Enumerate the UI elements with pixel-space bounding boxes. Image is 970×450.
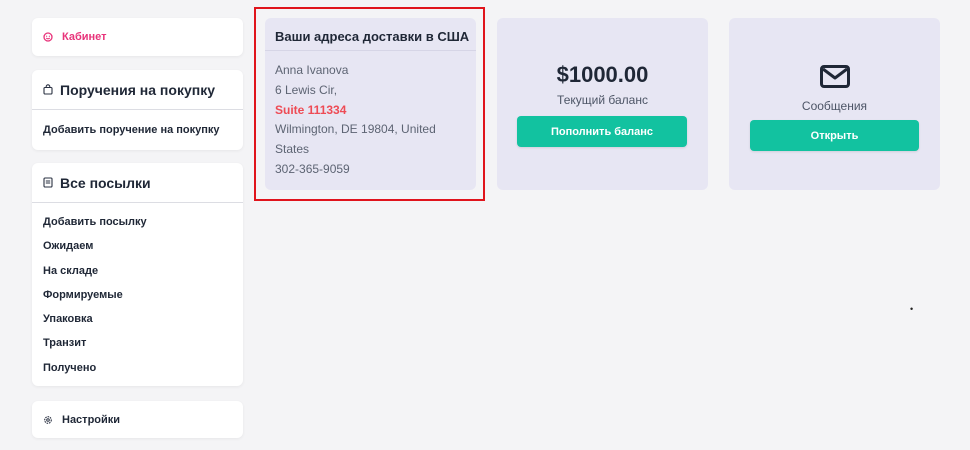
sidebar-item-transit[interactable]: Транзит [32, 331, 243, 355]
envelope-icon [820, 65, 850, 88]
open-messages-button[interactable]: Открыть [750, 120, 919, 151]
balance-amount: $1000.00 [556, 62, 649, 87]
balance-card: $1000.00 Текущий баланс Пополнить баланс [497, 18, 708, 190]
sidebar-parcels-card: Все посылки Добавить посылку Ожидаем На … [32, 163, 243, 386]
shopping-bag-icon [43, 84, 53, 95]
sidebar-cabinet-label: Кабинет [62, 31, 107, 43]
sidebar-item-add-order[interactable]: Добавить поручение на покупку [32, 118, 243, 142]
address-suite: Suite 111334 [275, 102, 347, 117]
sidebar-item-forming[interactable]: Формируемые [32, 283, 243, 307]
sidebar-item-add-parcel[interactable]: Добавить посылку [32, 210, 243, 234]
sidebar-item-received[interactable]: Получено [32, 356, 243, 380]
sidebar-orders-title: Поручения на покупку [60, 81, 215, 98]
address-title: Ваши адреса доставки в США [265, 18, 476, 51]
sidebar-orders-card: Поручения на покупку Добавить поручение … [32, 70, 243, 150]
sidebar-parcels-header: Все посылки [32, 163, 243, 203]
balance-label: Текущий баланс [557, 93, 648, 107]
smiley-icon [43, 32, 53, 42]
address-city-line2: States [275, 142, 310, 157]
top-up-balance-button[interactable]: Пополнить баланс [517, 116, 687, 147]
address-street: 6 Lewis Cir, [275, 82, 338, 97]
sidebar-settings[interactable]: Настройки [32, 401, 243, 438]
sidebar-orders-header: Поручения на покупку [32, 70, 243, 110]
address-name: Anna Ivanova [275, 63, 349, 77]
address-card: Ваши адреса доставки в США Anna Ivanova … [265, 18, 476, 190]
sidebar-cabinet[interactable]: Кабинет [32, 18, 243, 56]
sidebar-settings-label: Настройки [62, 413, 121, 426]
sidebar-parcels-title: Все посылки [60, 174, 151, 191]
document-list-icon [43, 177, 53, 188]
gear-icon [43, 415, 53, 425]
messages-card: Сообщения Открыть [729, 18, 940, 190]
messages-label: Сообщения [801, 99, 868, 113]
sidebar-item-awaiting[interactable]: Ожидаем [32, 234, 243, 258]
address-phone: 302-365-9059 [275, 161, 350, 176]
sidebar-item-in-warehouse[interactable]: На складе [32, 259, 243, 283]
sidebar-item-packing[interactable]: Упаковка [32, 307, 243, 331]
address-city-line1: Wilmington, DE 19804, United [275, 122, 436, 137]
stray-dot: • [910, 304, 914, 314]
